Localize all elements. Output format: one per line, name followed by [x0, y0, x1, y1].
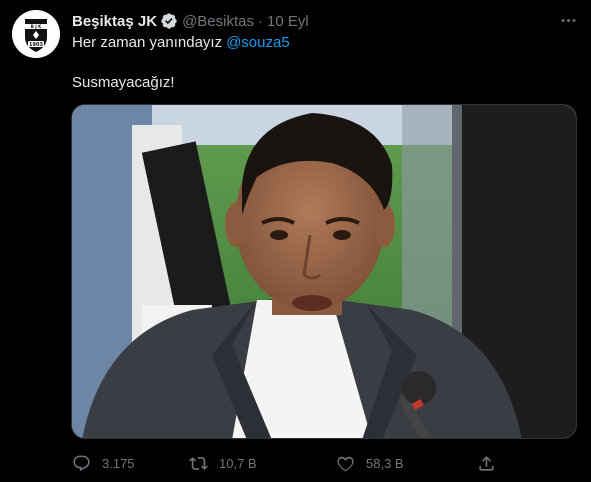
svg-text:B J K: B J K	[31, 24, 42, 29]
tweet-date[interactable]: 10 Eyl	[267, 13, 309, 30]
like-button[interactable]: 58,3 B	[336, 454, 404, 473]
tweet-header: Beşiktaş JK @Besiktas · 10 Eyl	[72, 11, 309, 31]
share-button[interactable]	[477, 454, 496, 473]
share-icon	[479, 455, 494, 471]
reply-count: 3.175	[102, 455, 135, 471]
retweet-button[interactable]: 10,7 B	[189, 454, 257, 473]
more-options-button[interactable]	[554, 6, 582, 34]
photo-image	[72, 105, 576, 438]
svg-text:1903: 1903	[29, 42, 43, 48]
action-bar: 3.175 10,7 B 58,3 B	[72, 451, 502, 475]
retweet-count: 10,7 B	[219, 455, 257, 471]
mention-link[interactable]: @souza5	[226, 34, 290, 51]
tweet-text: Susmayacağız!	[72, 74, 175, 91]
verified-badge-icon	[160, 12, 178, 30]
tweet-text-line: Susmayacağız!	[72, 73, 175, 93]
tweet-text-line: Her zaman yanındayız @souza5	[72, 33, 290, 53]
separator-dot: ·	[257, 12, 263, 30]
besiktas-crest-icon: B J K 1903	[12, 10, 60, 58]
more-options-icon	[561, 18, 575, 22]
heart-icon	[337, 456, 354, 471]
tweet-card[interactable]: B J K 1903 Beşiktaş JK @Besiktas · 10 Ey…	[0, 0, 591, 482]
tweet-photo[interactable]	[71, 104, 577, 439]
retweet-icon	[189, 456, 208, 470]
avatar[interactable]: B J K 1903	[12, 10, 60, 58]
tweet-text: Her zaman yanındayız	[72, 34, 223, 51]
reply-icon	[73, 455, 90, 471]
like-count: 58,3 B	[366, 455, 404, 471]
handle[interactable]: @Besiktas	[182, 13, 254, 30]
display-name[interactable]: Beşiktaş JK	[72, 13, 157, 30]
reply-button[interactable]: 3.175	[72, 454, 135, 473]
